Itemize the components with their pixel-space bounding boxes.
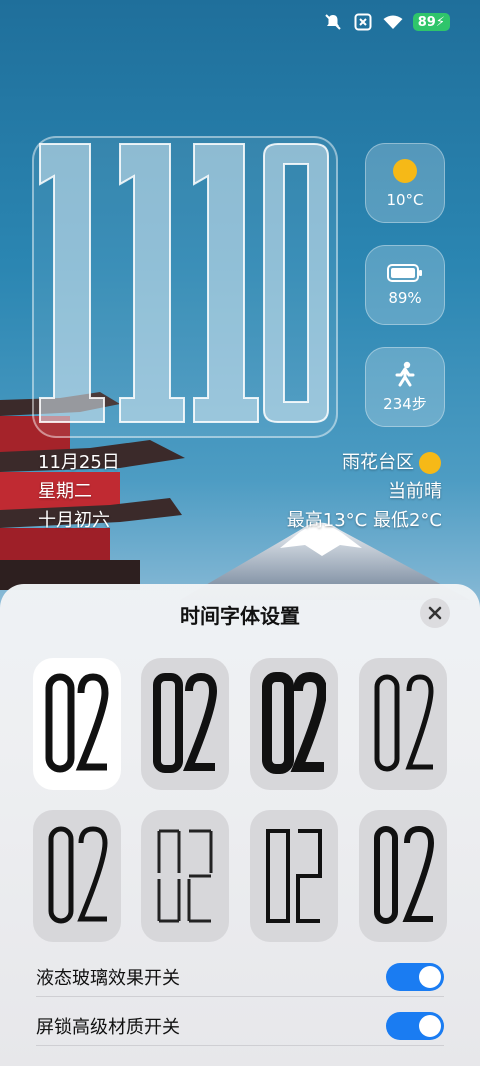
battery-level-text: 89 xyxy=(417,14,436,30)
font-option-4[interactable] xyxy=(359,658,447,790)
font-option-6[interactable] xyxy=(141,810,229,942)
toggle-row-lockscreen-material: 屏锁高级材质开关 xyxy=(36,1002,444,1050)
font-preview xyxy=(374,674,434,772)
status-bar: 89 ⚡ xyxy=(323,10,450,34)
battery-icon xyxy=(387,264,422,282)
steps-count: 234步 xyxy=(383,394,427,413)
lockscreen-material-switch[interactable] xyxy=(386,1012,444,1040)
font-sample-text: 02 xyxy=(45,669,47,670)
clock-digits: 1110 xyxy=(32,136,329,423)
font-preview xyxy=(262,671,326,774)
clock-time-text: 1110 xyxy=(32,136,35,137)
wifi-icon xyxy=(383,12,403,32)
liquid-glass-switch[interactable] xyxy=(386,963,444,991)
close-button[interactable] xyxy=(420,598,450,628)
date-text: 11月25日 xyxy=(38,452,120,473)
battery-indicator: 89 ⚡ xyxy=(412,13,450,31)
steps-widget[interactable]: 234步 xyxy=(365,347,445,427)
font-option-1[interactable]: 02 xyxy=(33,658,121,790)
divider xyxy=(36,1045,444,1046)
toggle-row-liquid-glass: 液态玻璃效果开关 xyxy=(36,953,444,1001)
font-preview xyxy=(48,826,108,924)
sun-icon xyxy=(419,451,441,474)
sheet-title: 时间字体设置 xyxy=(180,604,300,628)
lunar-date-text: 十月初六 xyxy=(38,510,110,531)
battery-widget[interactable]: 89% xyxy=(365,245,445,325)
close-icon xyxy=(428,606,442,620)
battery-percent: 89% xyxy=(388,289,422,307)
walking-icon xyxy=(395,361,415,386)
font-option-5[interactable] xyxy=(33,810,121,942)
font-preview xyxy=(374,825,435,924)
weekday-text: 星期二 xyxy=(38,481,92,502)
temp-range-text: 最高13°C 最低2°C xyxy=(286,510,442,531)
toggle-label: 液态玻璃效果开关 xyxy=(36,968,180,989)
sun-icon xyxy=(393,159,417,183)
font-preview xyxy=(157,829,213,923)
mute-icon xyxy=(323,12,343,32)
weather-widget[interactable]: 10°C xyxy=(365,143,445,223)
font-preview xyxy=(266,829,322,923)
font-option-3[interactable] xyxy=(250,658,338,790)
date-info: 11月25日 星期二 十月初六 xyxy=(38,448,120,535)
switch-knob xyxy=(419,1015,441,1037)
toggle-label: 屏锁高级材质开关 xyxy=(36,1017,180,1038)
font-option-8[interactable] xyxy=(359,810,447,942)
weather-info: 雨花台区 当前晴 最高13°C 最低2°C xyxy=(287,448,442,535)
font-preview: 02 xyxy=(45,669,109,773)
font-option-2[interactable] xyxy=(141,658,229,790)
location-text: 雨花台区 xyxy=(342,452,414,473)
font-option-7[interactable] xyxy=(250,810,338,942)
weather-temp: 10°C xyxy=(386,191,424,209)
close-box-icon xyxy=(353,12,373,32)
weather-condition-text: 当前晴 xyxy=(388,481,442,502)
font-preview xyxy=(153,672,217,773)
divider xyxy=(36,996,444,997)
switch-knob xyxy=(419,966,441,988)
